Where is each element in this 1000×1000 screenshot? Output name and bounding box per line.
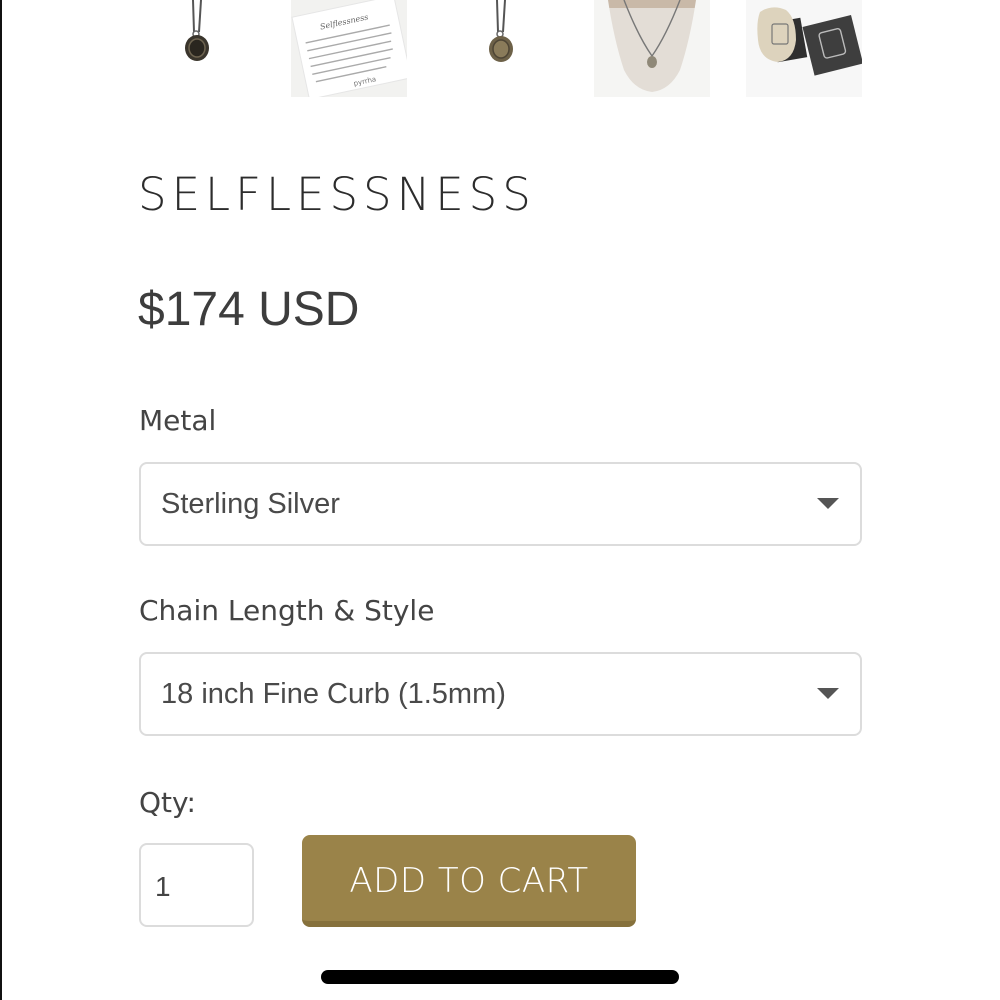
add-to-cart-label: ADD TO CART	[349, 861, 589, 901]
model-wearing-image	[594, 0, 710, 97]
thumbnail-packaging[interactable]	[746, 0, 862, 97]
qty-input[interactable]: 1	[139, 843, 254, 927]
chevron-down-icon	[817, 688, 839, 699]
meaning-card-image: Selflessness pyrrha	[291, 0, 407, 97]
chevron-down-icon	[817, 498, 839, 509]
metal-select[interactable]: Sterling Silver	[139, 462, 862, 546]
product-title: SELFLESSNESS	[138, 168, 536, 221]
pendant-back-image	[443, 0, 559, 97]
screen-edge	[0, 0, 2, 1000]
home-indicator[interactable]	[321, 970, 679, 984]
thumbnail-pendant-front[interactable]	[139, 0, 255, 97]
metal-label: Metal	[139, 404, 217, 437]
qty-value: 1	[155, 871, 171, 902]
qty-label: Qty:	[139, 786, 196, 819]
chain-select[interactable]: 18 inch Fine Curb (1.5mm)	[139, 652, 862, 736]
packaging-image	[746, 0, 862, 97]
thumbnail-meaning-card[interactable]: Selflessness pyrrha	[291, 0, 407, 97]
chain-label: Chain Length & Style	[139, 594, 435, 627]
thumbnail-model-wearing[interactable]	[594, 0, 710, 97]
thumbnail-pendant-back[interactable]	[443, 0, 559, 97]
chain-selected-value: 18 inch Fine Curb (1.5mm)	[161, 678, 506, 710]
metal-selected-value: Sterling Silver	[161, 488, 340, 520]
product-price: $174 USD	[138, 283, 360, 336]
pendant-front-image	[139, 0, 255, 97]
add-to-cart-button[interactable]: ADD TO CART	[302, 835, 636, 927]
